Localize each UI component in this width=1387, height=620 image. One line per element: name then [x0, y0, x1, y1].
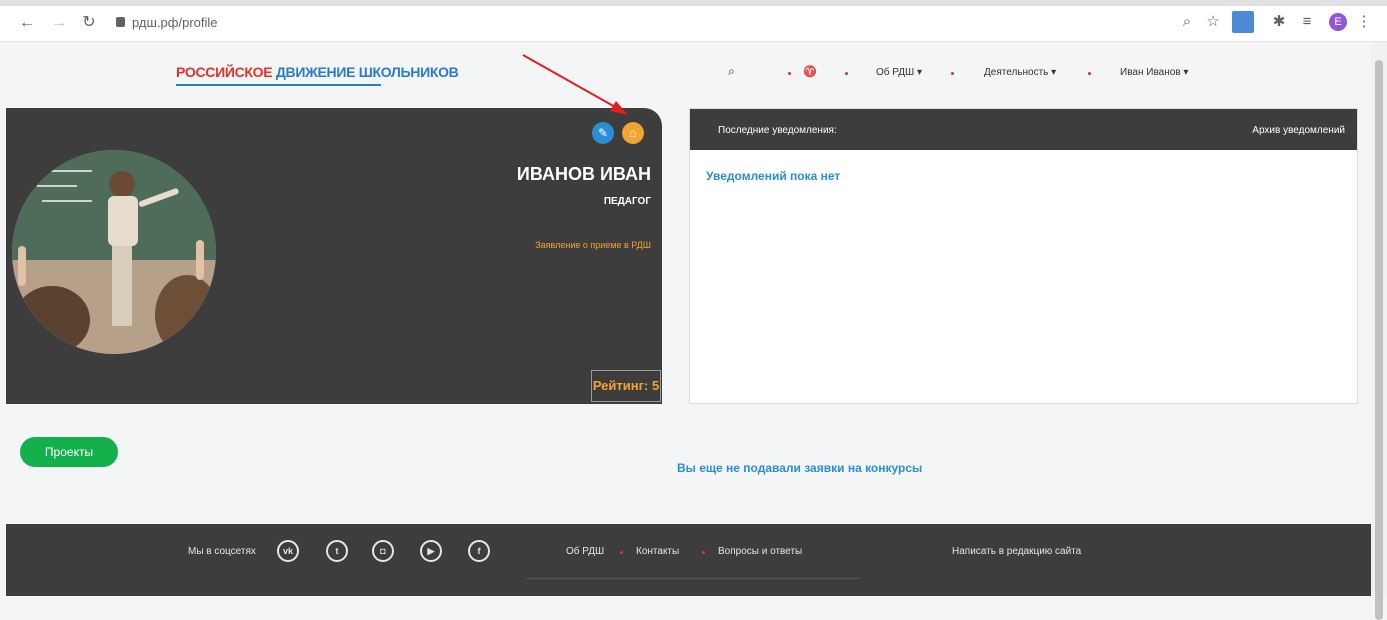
facebook-icon[interactable]: f [468, 540, 490, 562]
application-link[interactable]: Заявление о приеме в РДШ [535, 240, 651, 250]
rating-badge: Рейтинг: 5 [591, 370, 661, 402]
notifications-panel: Последние уведомления: Архив уведомлений… [689, 108, 1358, 404]
footer-divider-line [526, 578, 860, 579]
menu-divider-dot [788, 72, 791, 75]
menu-divider-dot [845, 72, 848, 75]
footer-divider-dot [702, 551, 705, 554]
reload-icon[interactable]: ↻ [80, 14, 98, 32]
menu-user[interactable]: Иван Иванов ▾ [1120, 67, 1188, 78]
footer-divider-dot [620, 551, 623, 554]
contests-empty-message: Вы еще не подавали заявки на конкурсы [677, 461, 923, 475]
extension-new-icon[interactable] [1232, 11, 1254, 33]
menu-icon[interactable]: ⋮ [1355, 13, 1373, 31]
logo-blue-text: ДВИЖЕНИЕ ШКОЛЬНИКОВ [275, 64, 459, 80]
menu-divider-dot [951, 72, 954, 75]
star-icon[interactable]: ☆ [1204, 13, 1222, 31]
vk-icon[interactable]: vk [277, 540, 299, 562]
twitter-icon[interactable]: t [326, 540, 348, 562]
browser-toolbar: ← → ↻ рдш.рф/profile ⌕ ☆ ✱ ≡ E ⋮ [0, 0, 1387, 42]
page-scrollbar[interactable] [1371, 42, 1387, 620]
logo-red-text: РОССИЙСКОЕ [176, 64, 273, 80]
profile-photo [12, 150, 216, 354]
edit-profile-button[interactable]: ✎ [592, 122, 614, 144]
menu-divider-dot [1088, 72, 1091, 75]
footer-link-about[interactable]: Об РДШ [566, 546, 604, 557]
projects-button[interactable]: Проекты [20, 437, 118, 467]
footer-write-editors[interactable]: Написать в редакцию сайта [952, 546, 1081, 557]
home-school-button[interactable]: ⌂ [622, 122, 644, 144]
footer-link-contacts[interactable]: Контакты [636, 546, 679, 557]
instagram-icon[interactable]: ◘ [372, 540, 394, 562]
site-footer: Мы в соцсетях vk t ◘ ▶ f Об РДШ Контакты… [6, 524, 1371, 596]
accessibility-icon[interactable]: ♈ [803, 65, 817, 78]
site-logo[interactable]: РОССИЙСКОЕ ДВИЖЕНИЕ ШКОЛЬНИКОВ [176, 64, 459, 80]
notifications-header: Последние уведомления: Архив уведомлений [690, 109, 1357, 150]
lock-icon [116, 17, 125, 27]
scrollbar-thumb[interactable] [1375, 60, 1383, 620]
notifications-title: Последние уведомления: [718, 125, 837, 136]
reading-list-icon[interactable]: ≡ [1298, 13, 1316, 31]
puzzle-icon[interactable]: ✱ [1270, 13, 1288, 31]
forward-icon[interactable]: → [50, 14, 68, 32]
logo-underline [176, 84, 381, 86]
youtube-icon[interactable]: ▶ [420, 540, 442, 562]
notifications-archive-link[interactable]: Архив уведомлений [1252, 125, 1345, 136]
notifications-empty-text: Уведомлений пока нет [706, 169, 841, 183]
back-icon[interactable]: ← [18, 14, 36, 32]
zoom-icon[interactable]: ⌕ [1178, 13, 1196, 31]
footer-link-faq[interactable]: Вопросы и ответы [718, 546, 802, 557]
teacher-photo-illustration [12, 150, 216, 354]
url-text[interactable]: рдш.рф/profile [132, 15, 218, 30]
social-label: Мы в соцсетях [188, 546, 256, 557]
address-bar[interactable]: рдш.рф/profile [112, 12, 1162, 34]
site-header: РОССИЙСКОЕ ДВИЖЕНИЕ ШКОЛЬНИКОВ ⌕ ♈ Об РД… [0, 42, 1371, 108]
profile-avatar[interactable]: E [1329, 13, 1347, 31]
search-icon[interactable]: ⌕ [728, 64, 735, 79]
profile-name: ИВАНОВ ИВАН [516, 164, 651, 184]
profile-role: ПЕДАГОГ [603, 196, 651, 207]
tab-strip [0, 0, 1387, 6]
menu-about[interactable]: Об РДШ ▾ [876, 67, 922, 78]
menu-activity[interactable]: Деятельность ▾ [984, 67, 1056, 78]
